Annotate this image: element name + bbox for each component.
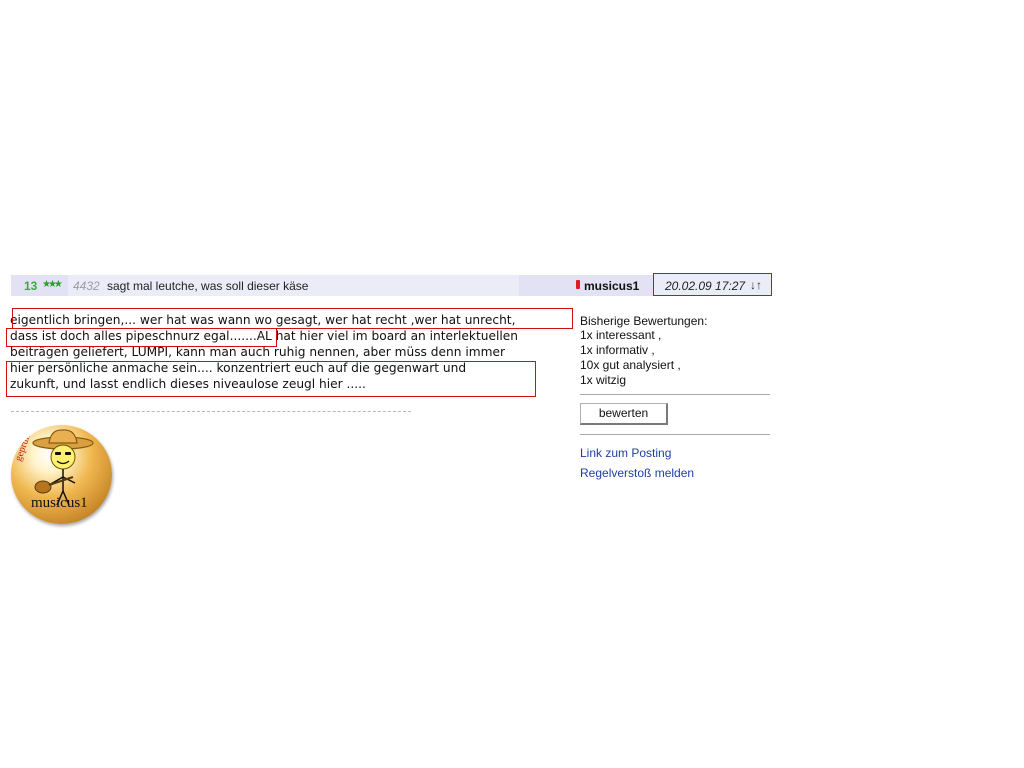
rating-item: 1x informativ , (580, 343, 655, 357)
post-number[interactable]: 4432 (73, 279, 100, 293)
date-box: 20.02.09 17:27 ↓↑ (653, 273, 772, 296)
rating-item: 10x gut analysiert , (580, 358, 681, 372)
rate-button[interactable]: bewerten (580, 403, 668, 425)
rating-cell: 13 ★★★ (11, 275, 68, 296)
post-line: dass ist doch alles pipeschnurz egal....… (10, 329, 518, 343)
ratings-title: Bisherige Bewertungen: (580, 314, 708, 328)
link-to-posting[interactable]: Link zum Posting (580, 446, 671, 460)
rating-item: 1x witzig (580, 373, 627, 387)
post-body: eigentlich bringen,... wer hat was wann … (10, 312, 575, 392)
post-header: 13 ★★★ 4432 sagt mal leutche, was soll d… (11, 273, 772, 296)
author-name[interactable]: musicus1 (584, 279, 639, 293)
avatar: geprüft musicus1 (11, 425, 112, 524)
mobile-icon (576, 280, 580, 289)
nav-arrows-icon[interactable]: ↓↑ (750, 278, 762, 292)
author-cell: musicus1 (519, 275, 653, 296)
ratings-divider (580, 394, 770, 395)
signature-divider (11, 411, 411, 412)
post-line: hier persönliche anmache sein.... konzen… (10, 361, 467, 375)
post-line: beiträgen geliefert, LUMPI, kann man auc… (10, 345, 505, 359)
rating-item: 1x interessant , (580, 328, 662, 342)
post-date: 20.02.09 17:27 (665, 279, 746, 293)
post-line: zukunft, und lasst endlich dieses niveau… (10, 377, 366, 391)
rating-count: 13 (24, 279, 38, 293)
stars-icon: ★★★ (42, 279, 63, 290)
ratings-panel: Bisherige Bewertungen: 1x interessant , … (580, 312, 770, 388)
post-title[interactable]: sagt mal leutche, was soll dieser käse (107, 279, 308, 293)
post-line: eigentlich bringen,... wer hat was wann … (10, 313, 516, 327)
report-violation-link[interactable]: Regelverstoß melden (580, 466, 694, 480)
avatar-username: musicus1 (31, 495, 88, 511)
actions-divider (580, 434, 770, 435)
